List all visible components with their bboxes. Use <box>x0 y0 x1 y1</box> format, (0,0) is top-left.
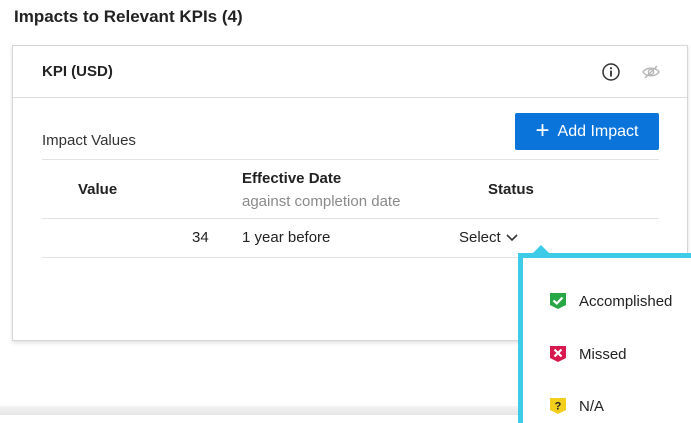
option-accomplished[interactable]: Accomplished <box>549 289 672 313</box>
row-effective-date: 1 year before <box>242 229 331 246</box>
table-top-divider <box>42 159 659 160</box>
question-badge-icon: ? <box>550 398 566 414</box>
column-header-value: Value <box>78 181 118 198</box>
add-impact-button[interactable]: + Add Impact <box>515 113 659 150</box>
option-missed[interactable]: Missed <box>549 342 627 366</box>
row-value: 34 <box>192 229 209 246</box>
add-impact-label: Add Impact <box>557 122 639 140</box>
impact-values-label: Impact Values <box>42 132 136 149</box>
option-na[interactable]: ? N/A <box>549 394 604 418</box>
check-badge-icon <box>550 293 566 309</box>
bottom-divider <box>0 406 560 415</box>
status-dropdown: Accomplished Missed ? N/A <box>518 253 691 423</box>
option-label: N/A <box>579 397 605 415</box>
card-header: KPI (USD) <box>13 46 687 98</box>
x-badge-icon <box>550 346 566 362</box>
column-header-effective-date-sub: against completion date <box>242 193 401 210</box>
chevron-down-icon <box>506 233 518 241</box>
card-title: KPI (USD) <box>42 63 113 80</box>
info-icon[interactable] <box>601 62 621 82</box>
status-select[interactable]: Select <box>459 229 519 246</box>
status-select-label: Select <box>459 229 501 246</box>
option-label: Missed <box>579 345 627 363</box>
column-header-status: Status <box>488 181 534 198</box>
header-divider <box>42 218 659 219</box>
plus-icon: + <box>535 116 550 144</box>
eye-slash-icon[interactable] <box>641 62 661 82</box>
svg-text:?: ? <box>555 401 562 413</box>
section-title: Impacts to Relevant KPIs (4) <box>14 7 243 26</box>
column-header-effective-date: Effective Date <box>242 170 342 187</box>
option-label: Accomplished <box>579 292 673 310</box>
